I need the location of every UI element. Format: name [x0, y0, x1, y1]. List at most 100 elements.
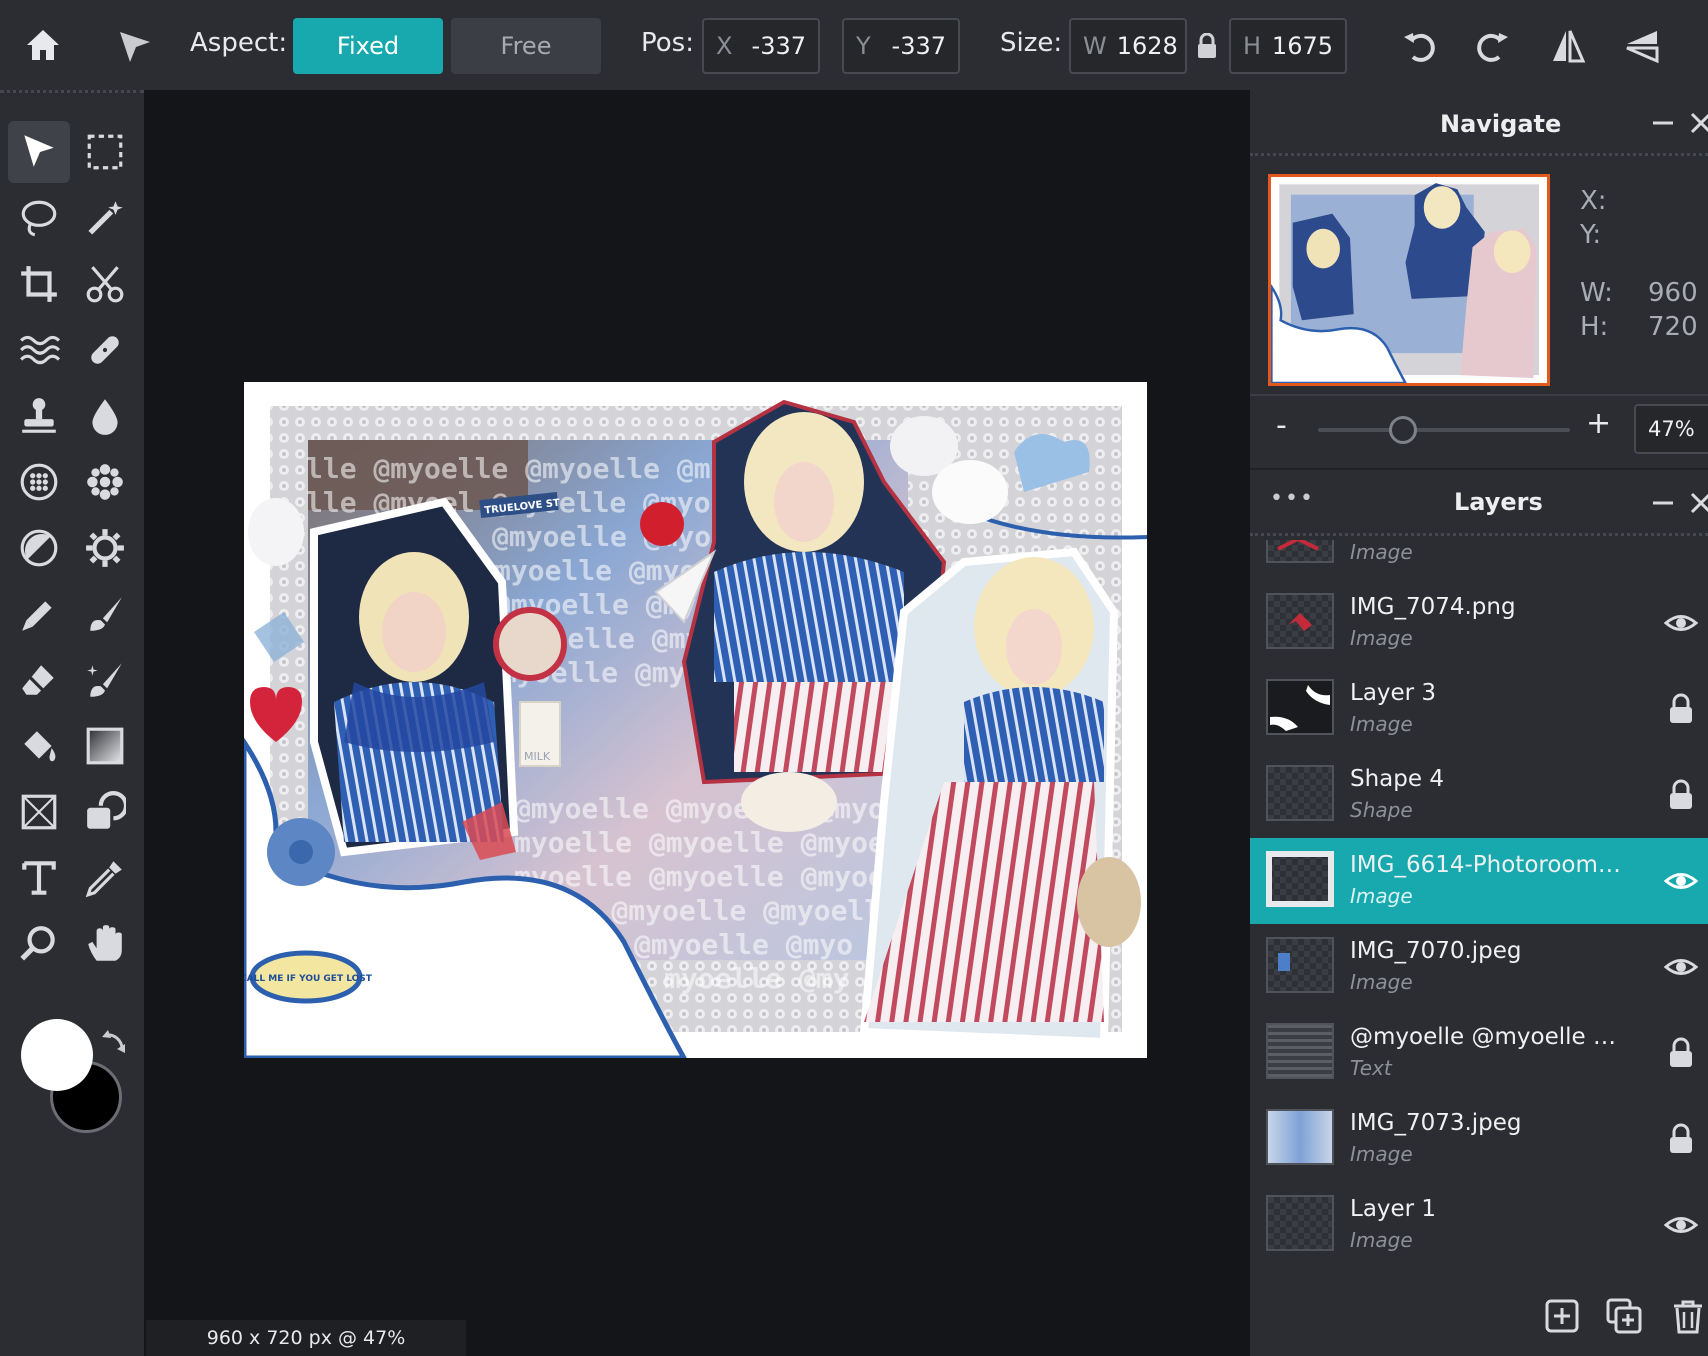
layer-row-selected[interactable]: IMG_6614-Photoroom… Image: [1250, 838, 1708, 924]
magic-wand-tool[interactable]: [74, 187, 136, 249]
layer-name: IMG_7073.jpeg: [1350, 1110, 1522, 1136]
nav-w-label: W:: [1580, 278, 1613, 308]
pencil-icon: [22, 601, 52, 631]
dodge-burn-tool[interactable]: [8, 517, 70, 579]
eyedropper-tool[interactable]: [74, 847, 136, 909]
lock-icon[interactable]: [1664, 692, 1698, 726]
layers-title: Layers: [1454, 488, 1543, 516]
lock-icon[interactable]: [1664, 1036, 1698, 1070]
tool-palette: [0, 90, 144, 1356]
delete-layer-icon[interactable]: [1670, 1298, 1708, 1336]
minimize-icon[interactable]: [1650, 490, 1678, 518]
zoom-slider-track[interactable]: [1318, 428, 1570, 432]
size-h-key: H: [1243, 32, 1262, 60]
layer-thumbnail: [1266, 765, 1334, 821]
lock-icon[interactable]: [1664, 778, 1698, 812]
home-icon[interactable]: [20, 22, 66, 68]
navigator-thumbnail[interactable]: [1268, 174, 1550, 386]
size-w-field[interactable]: W 1628: [1069, 18, 1187, 74]
add-layer-icon[interactable]: [1544, 1298, 1582, 1336]
aspect-lock-icon[interactable]: [1194, 32, 1220, 60]
shapes-icon: [87, 791, 126, 829]
close-icon[interactable]: [1688, 490, 1708, 518]
liquify-tool[interactable]: [8, 319, 70, 381]
aspect-free-button[interactable]: Free: [451, 18, 601, 74]
hand-tool[interactable]: [74, 913, 136, 975]
flip-vertical-icon[interactable]: [1620, 24, 1664, 68]
eye-icon[interactable]: [1663, 1208, 1699, 1242]
heal-tool[interactable]: [74, 319, 136, 381]
layer-row[interactable]: @myoelle @myoelle … Text: [1250, 1010, 1708, 1096]
aspect-fixed-button[interactable]: Fixed: [293, 18, 443, 74]
blur-tool[interactable]: [74, 385, 136, 447]
svg-text:myoelle @my: myoelle @my: [664, 962, 850, 995]
close-icon[interactable]: [1688, 110, 1708, 138]
move-tool[interactable]: [8, 121, 70, 183]
bunny-sticker: [248, 498, 304, 566]
copy-tool[interactable]: [74, 781, 136, 843]
redo-icon[interactable]: [1470, 24, 1514, 68]
canvas-artboard[interactable]: lle @myoelle @myoelle @my lle @myoel @my…: [244, 382, 1147, 1058]
cut-tool[interactable]: [74, 253, 136, 315]
layers-menu-button[interactable]: •••: [1270, 486, 1315, 511]
text-tool[interactable]: [8, 847, 70, 909]
flip-horizontal-icon[interactable]: [1546, 24, 1590, 68]
pos-y-field[interactable]: Y -337: [842, 18, 960, 74]
layer-thumbnail: [1266, 540, 1334, 563]
minimize-icon[interactable]: [1650, 110, 1678, 138]
zoom-in-button[interactable]: +: [1586, 406, 1611, 441]
eraser-tool[interactable]: [8, 649, 70, 711]
zoom-slider-thumb[interactable]: [1388, 416, 1417, 444]
gradient-square-icon: [86, 727, 124, 765]
sponge-tool[interactable]: [8, 451, 70, 513]
layer-row[interactable]: IMG_7074.png Image: [1250, 580, 1708, 666]
foreground-color-swatch[interactable]: [21, 1019, 93, 1091]
brush-tool[interactable]: [74, 583, 136, 645]
details-tool[interactable]: [74, 451, 136, 513]
pencil-tool[interactable]: [8, 583, 70, 645]
stamp-tool[interactable]: [8, 385, 70, 447]
layer-row[interactable]: IMG_7070.jpeg Image: [1250, 924, 1708, 1010]
lock-icon[interactable]: [1664, 1122, 1698, 1156]
smart-brush-tool[interactable]: [74, 649, 136, 711]
nav-h-value: 720: [1648, 312, 1698, 342]
size-h-field[interactable]: H 1675: [1229, 18, 1347, 74]
layer-thumbnail: [1266, 593, 1334, 649]
zoom-out-button[interactable]: -: [1276, 408, 1287, 443]
crop-tool[interactable]: [8, 253, 70, 315]
layer-type: Image: [1350, 540, 1413, 564]
sparkle-brush-icon: [87, 663, 122, 697]
undo-icon[interactable]: [1398, 24, 1442, 68]
layer-type: Image: [1350, 712, 1413, 736]
lasso-tool[interactable]: [8, 187, 70, 249]
brush-icon: [90, 597, 122, 631]
layer-row[interactable]: Shape 4 Shape: [1250, 752, 1708, 838]
drop-icon: [92, 399, 118, 435]
right-panel: Navigate X: Y: W: 960 H: 720 - + 47% •••…: [1250, 90, 1708, 1356]
swap-colors-icon[interactable]: [100, 1027, 132, 1059]
gradient-tool[interactable]: [74, 715, 136, 777]
layer-row[interactable]: Layer 3 Image: [1250, 666, 1708, 752]
color-adjust-tool[interactable]: [74, 517, 136, 579]
magic-wand-icon: [88, 201, 123, 235]
layer-row[interactable]: IMG_7073.jpeg Image: [1250, 1096, 1708, 1182]
zoom-tool[interactable]: [8, 913, 70, 975]
eyedropper-icon: [85, 861, 122, 898]
duplicate-layer-icon[interactable]: [1606, 1298, 1644, 1336]
zoom-value-field[interactable]: 47%: [1634, 404, 1708, 454]
fill-tool[interactable]: [8, 715, 70, 777]
crop-icon: [21, 266, 57, 302]
pos-x-field[interactable]: X -337: [702, 18, 820, 74]
eye-icon[interactable]: [1663, 950, 1699, 984]
move-arrow-icon: [112, 24, 156, 68]
layer-row[interactable]: Layer 1 Image: [1250, 1182, 1708, 1268]
eye-icon[interactable]: [1663, 864, 1699, 898]
marquee-tool[interactable]: [74, 121, 136, 183]
zoom-value: 47%: [1648, 417, 1695, 441]
eye-icon[interactable]: [1663, 606, 1699, 640]
layer-row[interactable]: Image: [1250, 540, 1708, 580]
half-circle-icon: [20, 529, 58, 567]
waves-icon: [20, 335, 60, 365]
layer-type: Shape: [1350, 798, 1413, 822]
shape-tool[interactable]: [8, 781, 70, 843]
